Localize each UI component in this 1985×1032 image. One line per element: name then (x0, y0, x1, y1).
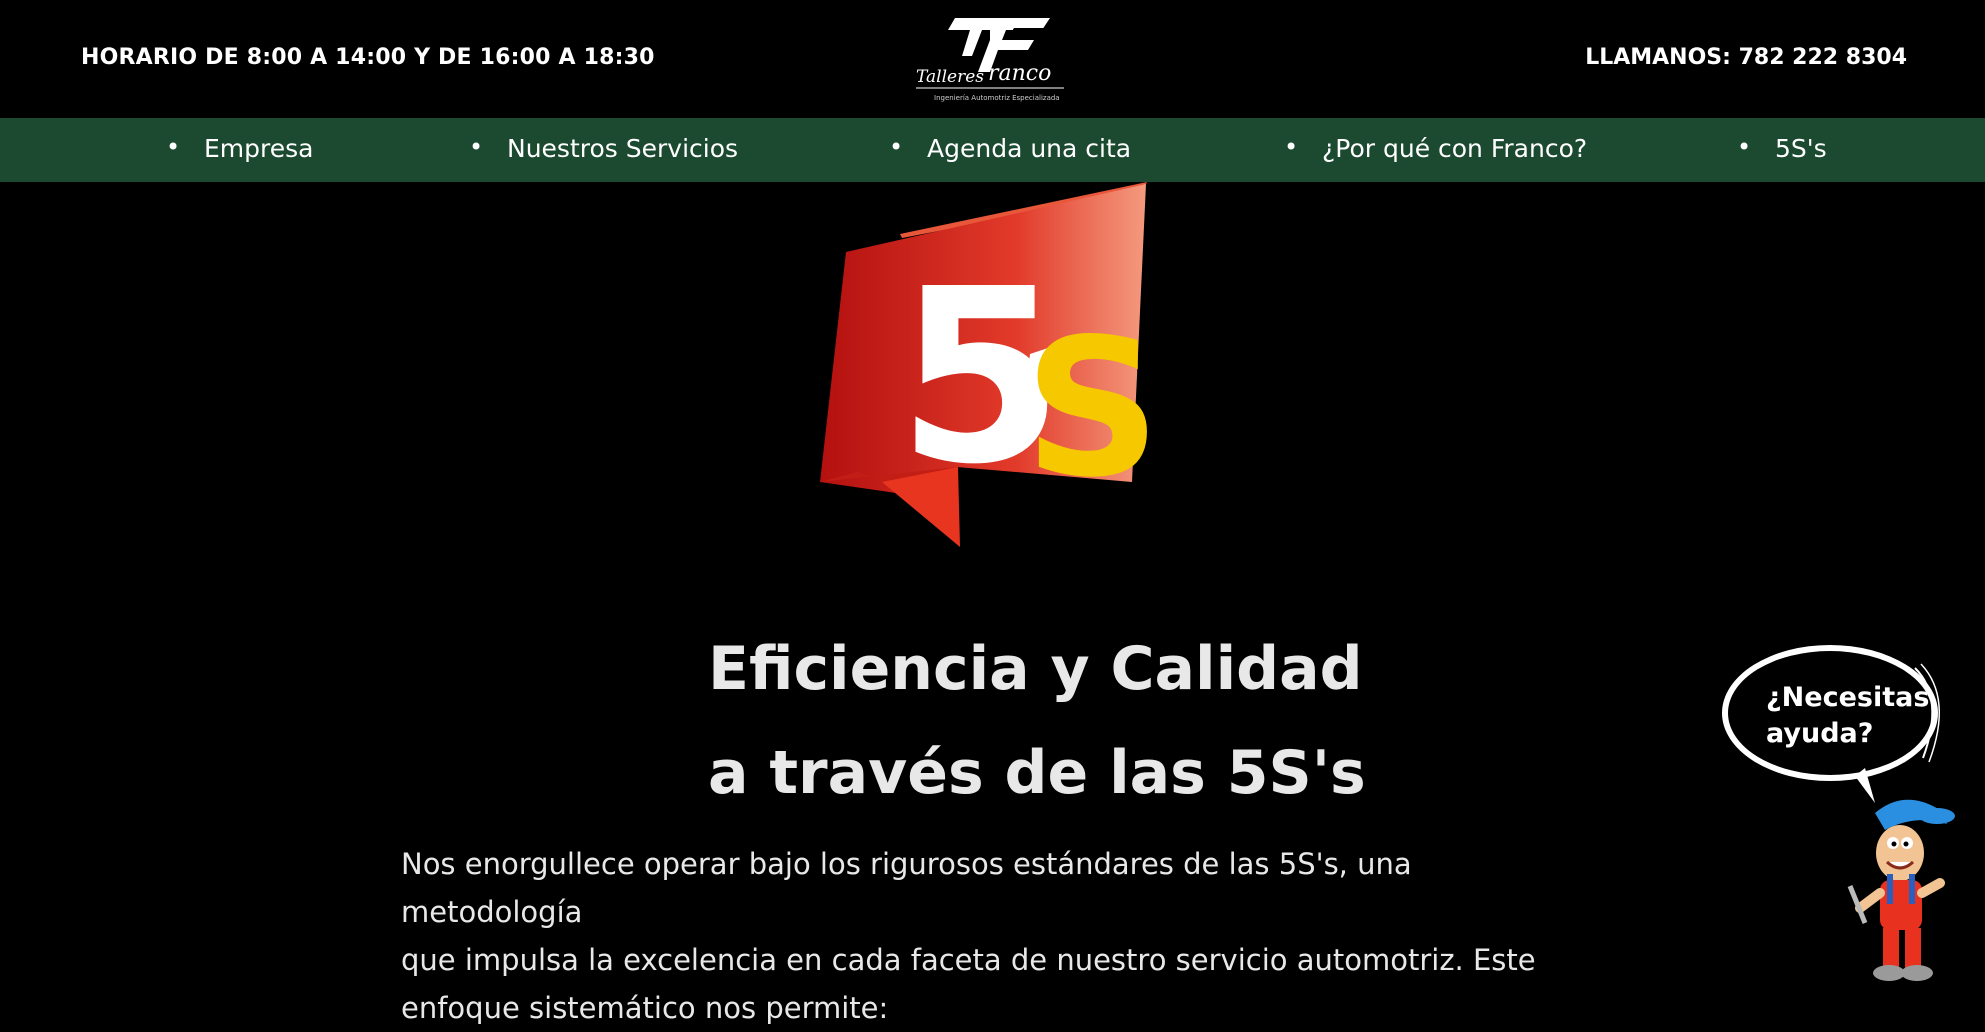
headline-line-2: a través de las 5S's (708, 738, 1366, 808)
top-bar: HORARIO DE 8:00 A 14:00 Y DE 16:00 A 18:… (0, 0, 1985, 118)
svg-text:ranco: ranco (988, 61, 1051, 86)
intro-paragraph: Nos enorgullece operar bajo los riguroso… (401, 840, 1581, 1032)
nav-item-agenda[interactable]: Agenda una cita (889, 133, 1131, 163)
badge-suffix: S (1024, 298, 1161, 519)
talleres-franco-logo[interactable]: Talleres ranco Ingeniería Automotriz Esp… (910, 10, 1070, 110)
help-prompt[interactable]: ¿Necesitas ayuda? (1766, 680, 1929, 752)
help-line-2: ayuda? (1766, 718, 1874, 749)
nav-item-servicios[interactable]: Nuestros Servicios (469, 133, 738, 163)
phone-number[interactable]: LLAMANOS: 782 222 8304 (1585, 45, 1907, 70)
help-line-1: ¿Necesitas (1766, 682, 1930, 713)
headline-line-1: Eficiencia y Calidad (708, 634, 1363, 704)
nav-item-5s[interactable]: 5S's (1737, 133, 1826, 163)
paragraph-line-1: Nos enorgullece operar bajo los riguroso… (401, 847, 1412, 929)
svg-text:Talleres: Talleres (916, 67, 984, 87)
paragraph-line-2: que impulsa la excelencia en cada faceta… (401, 943, 1536, 977)
main-nav: Empresa Nuestros Servicios Agenda una ci… (0, 118, 1985, 182)
svg-text:Ingeniería Automotriz Especial: Ingeniería Automotriz Especializada (934, 94, 1060, 102)
nav-item-por-que-franco[interactable]: ¿Por qué con Franco? (1284, 133, 1587, 163)
5s-badge-graphic: 5 S (820, 182, 1161, 547)
page-headline: Eficiencia y Calidad a través de las 5S'… (708, 617, 1366, 825)
paragraph-line-3: enfoque sistemático nos permite: (401, 991, 889, 1025)
nav-item-empresa[interactable]: Empresa (166, 133, 314, 163)
business-hours: HORARIO DE 8:00 A 14:00 Y DE 16:00 A 18:… (81, 45, 655, 70)
mechanic-mascot-icon (1847, 799, 1955, 981)
